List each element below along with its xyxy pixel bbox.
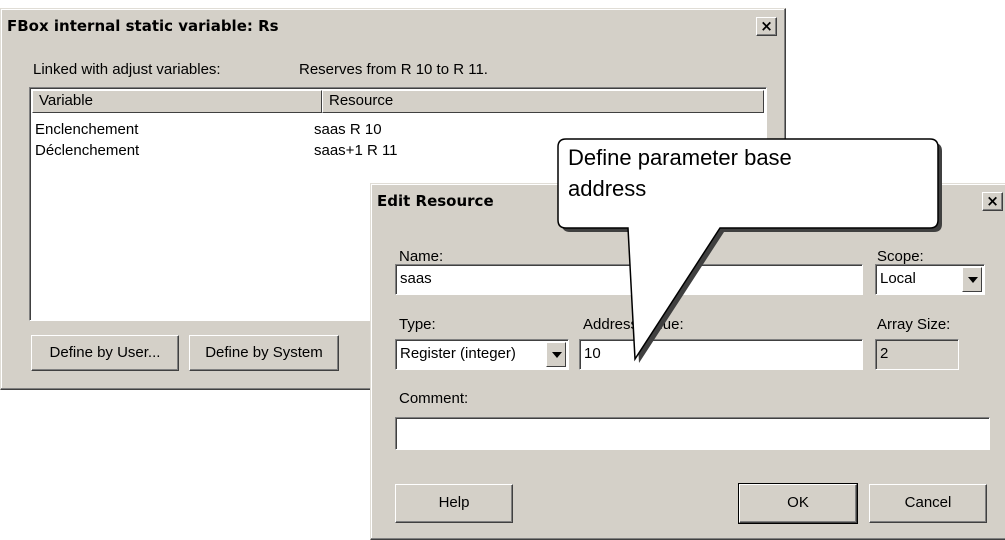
chevron-down-icon[interactable]	[962, 267, 982, 292]
column-header-resource[interactable]: Resource	[322, 90, 764, 113]
ok-label: OK	[787, 494, 809, 511]
edit-resource-close-button[interactable]: ×	[982, 192, 1003, 211]
edit-resource-title: Edit Resource	[377, 192, 494, 210]
list-item-resource[interactable]: saas+1 R 11	[314, 142, 398, 159]
address-value-field[interactable]: 10	[579, 339, 863, 370]
scope-label: Scope:	[877, 248, 924, 265]
address-value-label: Address/Value:	[583, 316, 684, 333]
linked-with-label: Linked with adjust variables:	[33, 61, 221, 78]
name-field[interactable]: saas	[395, 264, 863, 295]
type-select[interactable]: Register (integer)	[395, 339, 569, 370]
type-label: Type:	[399, 316, 436, 333]
list-item-resource[interactable]: saas R 10	[314, 121, 382, 138]
reserves-text: Reserves from R 10 to R 11.	[299, 61, 488, 78]
callout-text-line2: address	[568, 176, 647, 201]
define-by-system-button[interactable]: Define by System	[189, 335, 339, 371]
callout-text-line1: Define parameter base	[568, 145, 792, 170]
array-size-label: Array Size:	[877, 316, 951, 333]
edit-resource-title-bar[interactable]: Edit Resource	[374, 187, 1003, 215]
chevron-down-icon[interactable]	[546, 342, 566, 367]
fbox-dialog-close-button[interactable]: ×	[756, 17, 777, 36]
scope-select[interactable]: Local	[875, 264, 985, 295]
array-size-field: 2	[875, 339, 959, 370]
column-header-variable[interactable]: Variable	[32, 90, 322, 113]
fbox-dialog-title-bar[interactable]: FBox internal static variable: Rs	[4, 12, 782, 40]
close-icon: ×	[760, 17, 773, 35]
list-item-variable[interactable]: Déclenchement	[35, 142, 139, 159]
comment-label: Comment:	[399, 390, 469, 407]
close-icon: ×	[986, 192, 999, 210]
define-by-user-button[interactable]: Define by User...	[31, 335, 179, 371]
list-item-variable[interactable]: Enclenchement	[35, 121, 138, 138]
define-by-user-label: Define by User...	[49, 344, 161, 361]
ok-button[interactable]: OK	[738, 483, 858, 524]
fbox-dialog-title: FBox internal static variable: Rs	[7, 17, 279, 35]
help-button[interactable]: Help	[395, 484, 513, 523]
comment-field[interactable]	[395, 417, 990, 450]
edit-resource-dialog: Edit Resource × Name: saas Scope: Local …	[370, 183, 1005, 540]
help-label: Help	[438, 494, 470, 511]
cancel-button[interactable]: Cancel	[869, 484, 987, 523]
scope-value: Local	[880, 270, 916, 287]
define-by-system-label: Define by System	[205, 344, 323, 361]
type-value: Register (integer)	[400, 345, 516, 362]
name-label: Name:	[399, 248, 444, 265]
cancel-label: Cancel	[904, 494, 952, 511]
